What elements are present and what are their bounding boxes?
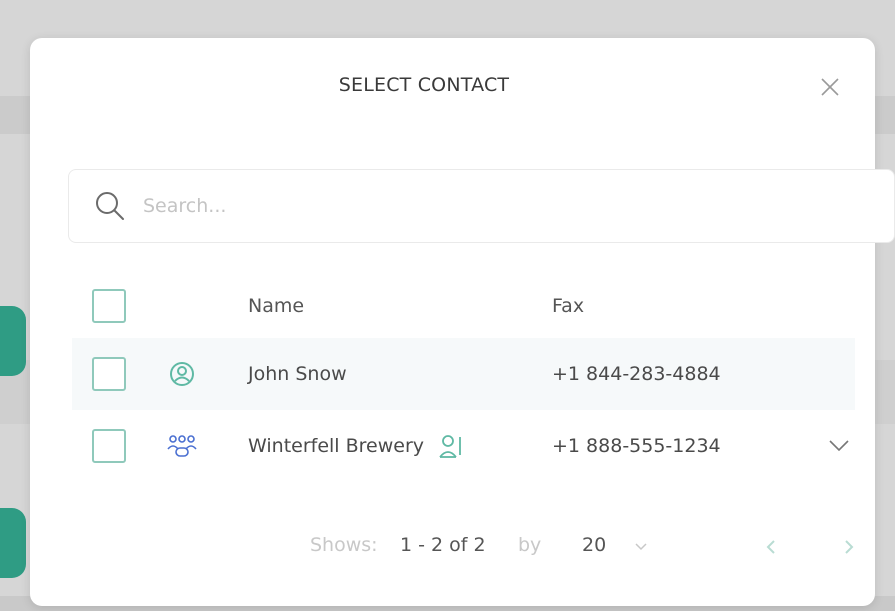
row-checkbox[interactable]: [92, 357, 126, 391]
row-checkbox[interactable]: [92, 429, 126, 463]
user-circle-icon: [170, 362, 194, 386]
backdrop-side-tab: [0, 306, 26, 376]
chevron-down-icon[interactable]: [634, 542, 648, 552]
contact-fax: +1 888-555-1234: [552, 435, 721, 457]
close-icon: [821, 78, 839, 96]
chevron-down-icon[interactable]: [827, 438, 851, 454]
table-row[interactable]: John Snow +1 844-283-4884: [72, 338, 855, 410]
search-box[interactable]: [68, 169, 895, 243]
table-header: Name Fax: [72, 274, 855, 338]
contact-name: Winterfell Brewery: [248, 433, 466, 459]
table-row[interactable]: Winterfell Brewery +1 888-555-1234: [72, 410, 855, 482]
chevron-left-icon[interactable]: [764, 538, 778, 556]
close-button[interactable]: [817, 74, 843, 100]
backdrop-side-tab: [0, 508, 26, 578]
shows-label: Shows:: [310, 534, 378, 556]
contact-fax: +1 844-283-4884: [552, 363, 721, 385]
pagination: Shows: 1 - 2 of 2 by 20: [30, 526, 875, 566]
select-all-checkbox[interactable]: [92, 289, 126, 323]
page-range: 1 - 2 of 2: [400, 534, 486, 556]
search-input[interactable]: [141, 194, 741, 218]
by-label: by: [518, 534, 542, 556]
group-icon: [167, 435, 197, 457]
contact-table: Name Fax John Snow +1 844-283-4884 Winte…: [72, 274, 855, 482]
users-icon[interactable]: [438, 433, 466, 459]
column-header-fax: Fax: [552, 295, 585, 317]
dialog-title: SELECT CONTACT: [338, 74, 510, 96]
search-icon: [96, 192, 124, 220]
column-header-name: Name: [248, 295, 305, 317]
select-contact-dialog: SELECT CONTACT Name Fax John Snow: [30, 38, 895, 606]
page-size-select[interactable]: 20: [582, 534, 606, 556]
contact-name-text: Winterfell Brewery: [248, 435, 425, 457]
chevron-right-icon[interactable]: [842, 538, 856, 556]
contact-name: John Snow: [248, 363, 347, 385]
